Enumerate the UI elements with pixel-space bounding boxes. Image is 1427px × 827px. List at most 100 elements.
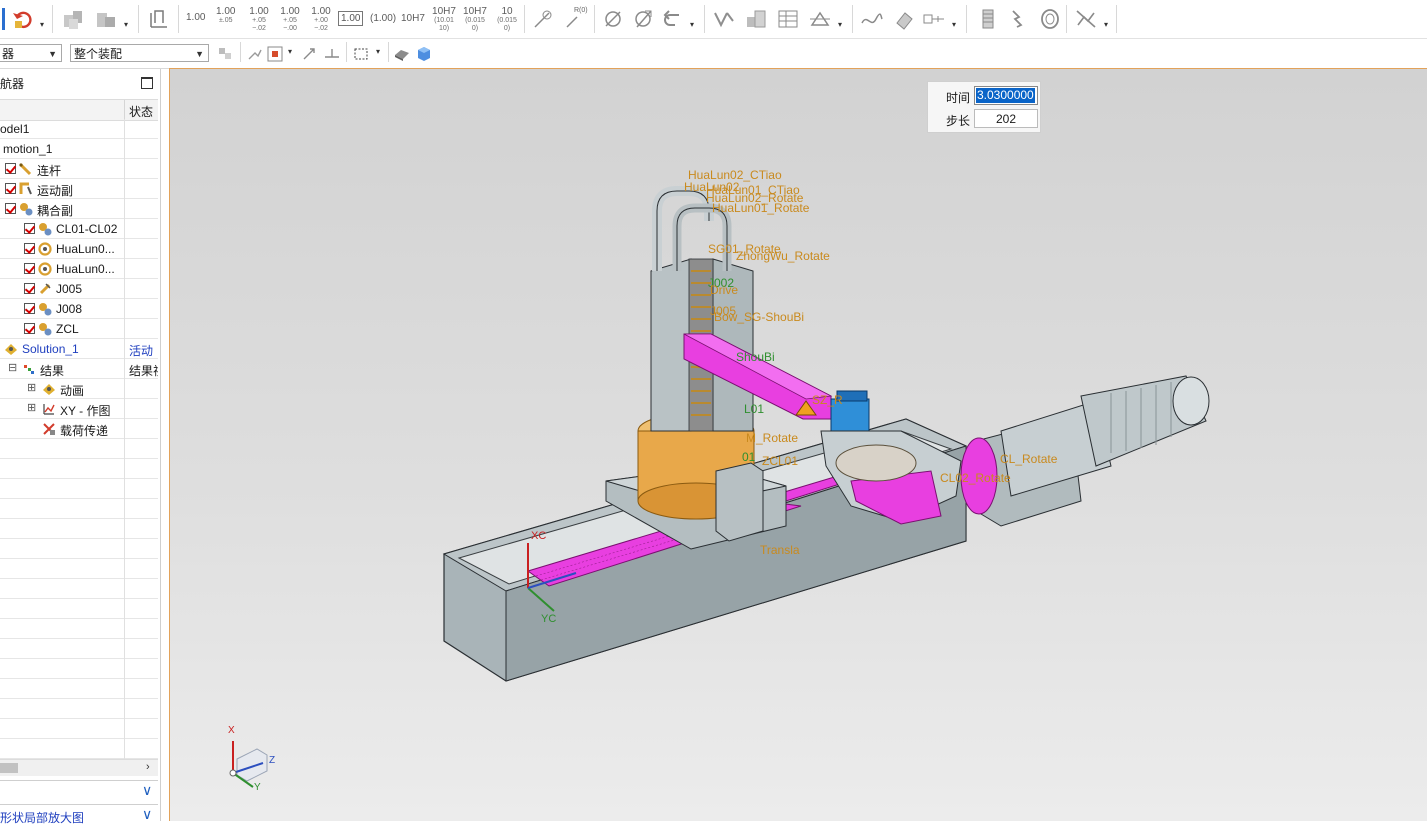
component-dropdown-icon[interactable]: ▾ [124,20,128,29]
scene-label[interactable]: HuaLun01_Rotate [712,201,809,215]
expand-toggle[interactable]: ⊞ [27,381,36,394]
scene-label[interactable]: ShouBi [736,350,775,364]
scope-filter-select[interactable]: 整个装配 ▼ [70,44,209,62]
visibility-checkbox[interactable] [24,263,35,274]
tree-row-hualun-b[interactable]: HuaLun0... [0,259,158,279]
scene-label[interactable]: CL02_Rotate [940,471,1011,485]
tree-row-hualun-a[interactable]: HuaLun0... [0,239,158,259]
eraser-icon[interactable] [890,6,918,32]
fit-plain[interactable]: 10H7 [401,14,425,24]
snap-end-icon[interactable] [300,41,320,67]
table-icon[interactable] [774,6,802,32]
tolerance-basic[interactable]: 1.00 [338,11,364,26]
dependency-panel-header[interactable]: 形状局部放大图 ∨ [0,804,158,827]
tolerance-reference[interactable]: (1.00) [370,14,396,24]
horizontal-scrollbar[interactable]: › [0,759,158,776]
return-arrow-icon[interactable] [660,6,686,32]
cube-view-icon[interactable] [414,41,434,67]
scene-label[interactable]: ZhongWu_Rotate [736,249,830,263]
visibility-checkbox[interactable] [5,183,16,194]
tree-row-cl01-cl02[interactable]: CL01-CL02 [0,219,158,239]
diameter-alt-icon[interactable] [630,6,656,32]
tree-row-j008[interactable]: J008 [0,299,158,319]
radius-icon[interactable] [530,6,556,32]
tree-row-results[interactable]: ⊟ 结果 结果视 [0,359,158,379]
fit-style-a[interactable]: 10H7 (10.01 10) [432,7,456,33]
chevron-down-icon[interactable]: ∨ [142,806,152,823]
snap-mid-icon[interactable] [322,41,342,67]
more-tools-dropdown-icon[interactable]: ▾ [1104,20,1108,29]
dimension-dropdown-icon[interactable]: ▾ [690,20,694,29]
tolerance-style-4[interactable]: 1.00 +.05 −.00 [279,7,301,33]
tree-row-animation[interactable]: ⊞ 动画 [0,379,158,399]
scene-label[interactable]: ZCL01 [762,454,798,468]
scene-label[interactable]: SZ_R [812,393,843,407]
tree-row-couplers[interactable]: 耦合副 [0,199,158,219]
step-input[interactable]: 202 [974,109,1038,128]
undo-icon[interactable] [10,6,36,32]
type-filter-select[interactable]: 器 ▼ [0,44,62,62]
view-triad[interactable] [229,741,268,788]
surface-finish-icon[interactable] [742,6,770,32]
time-input[interactable]: 3.0300000 [974,86,1038,105]
assembly-icon[interactable] [60,6,88,32]
tree-row-joints[interactable]: 运动副 [0,179,158,199]
box-select-icon[interactable] [350,41,372,67]
visibility-checkbox[interactable] [24,243,35,254]
scene-label[interactable]: Bow_SG-ShouBi [714,310,804,324]
dimension-icon[interactable] [146,6,172,32]
snap-point-icon[interactable] [244,41,266,67]
tree-row-solution[interactable]: Solution_1 活动 [0,339,158,359]
section-view-icon[interactable] [806,6,834,32]
tree-row-links[interactable]: 连杆 [0,159,158,179]
thread-icon[interactable] [974,6,1002,32]
preview-panel-header[interactable]: ∨ [0,780,158,803]
radius-zero-icon[interactable]: R(0) [562,6,588,32]
visibility-checkbox[interactable] [5,163,16,174]
scene-label[interactable]: M_Rotate [746,431,798,445]
spring-icon[interactable] [1006,6,1034,32]
scene-label[interactable]: CL_Rotate [1000,452,1057,466]
tolerance-style-1[interactable]: 1.00 [186,13,205,23]
scene-label[interactable]: L01 [744,402,764,416]
tolerance-style-3[interactable]: 1.00 +.05 −.02 [248,7,270,33]
diameter-icon[interactable] [600,6,626,32]
visibility-checkbox[interactable] [24,323,35,334]
graphics-viewport[interactable]: 时间 3.0300000 步长 202 HuaLun02_CTiao HuaLu… [169,68,1427,821]
fit-style-b[interactable]: 10H7 (0.015 0) [463,7,487,33]
scene-label[interactable]: 01 [742,450,755,464]
select-mode-dropdown-icon[interactable]: ▾ [376,47,380,56]
column-divider[interactable] [124,100,125,120]
datum-feature-icon[interactable] [920,6,948,32]
shaded-view-icon[interactable] [392,41,412,67]
tree-row-xy-graph[interactable]: ⊞ XY - 作图 [0,399,158,419]
status-column-header[interactable]: 状态 [129,103,153,120]
tolerance-style-2[interactable]: 1.00 ±.05 [216,7,235,25]
fit-style-c[interactable]: 10 (0.015 0) [495,7,519,33]
spline-icon[interactable] [858,6,886,32]
annotation-dropdown-icon[interactable]: ▾ [838,20,842,29]
component-icon[interactable] [92,6,120,32]
snap-dropdown-icon[interactable]: ▾ [288,47,292,56]
collapse-toggle[interactable]: ⊟ [8,361,17,374]
bearing-icon[interactable] [1036,6,1064,32]
scrollbar-thumb[interactable] [0,763,18,773]
visibility-checkbox[interactable] [24,303,35,314]
snap-grid-icon[interactable] [264,41,286,67]
scene-label[interactable]: Transla [760,543,800,557]
tree-row-motion[interactable]: motion_1 [0,139,158,159]
scene-label[interactable]: Drive [710,283,738,297]
tree-row-zcl[interactable]: ZCL [0,319,158,339]
scroll-right-icon[interactable]: › [146,761,150,773]
weld-symbol-icon[interactable] [710,6,738,32]
visibility-checkbox[interactable] [24,283,35,294]
datum-dropdown-icon[interactable]: ▾ [952,20,956,29]
select-filter-icon[interactable] [214,41,236,67]
visibility-checkbox[interactable] [24,223,35,234]
maximize-icon[interactable] [141,77,153,89]
undo-dropdown-icon[interactable]: ▾ [40,20,44,29]
expand-toggle[interactable]: ⊞ [27,401,36,414]
visibility-checkbox[interactable] [5,203,16,214]
tolerance-style-5[interactable]: 1.00 +.00 −.02 [310,7,332,33]
chevron-down-icon[interactable]: ∨ [142,782,152,799]
